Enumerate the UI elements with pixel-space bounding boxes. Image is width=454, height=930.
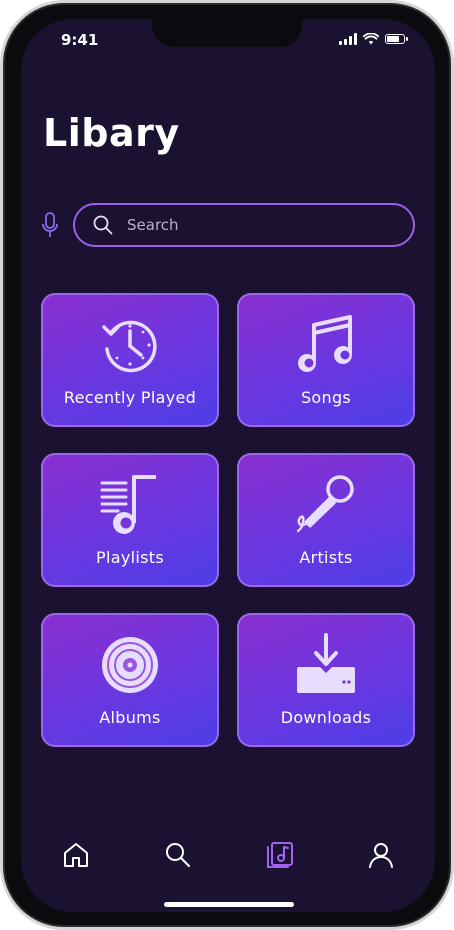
wifi-icon [363,33,379,45]
tile-label: Downloads [280,708,372,727]
status-icons [339,33,408,45]
tile-label: Songs [300,388,352,407]
library-icon [267,842,293,868]
nav-home[interactable] [56,835,96,875]
tile-label: Artists [299,548,353,567]
tile-label: Recently Played [63,388,197,407]
tile-songs[interactable]: Songs [237,293,415,427]
tile-artists[interactable]: Artists [237,453,415,587]
tile-label: Albums [99,708,161,727]
status-time: 9:41 [61,31,99,49]
battery-icon [385,34,408,44]
page-title: Libary [43,111,180,155]
nav-library[interactable] [260,835,300,875]
microphone-icon[interactable] [41,211,59,241]
nav-search[interactable] [158,835,198,875]
home-indicator[interactable] [164,902,294,907]
tile-downloads[interactable]: Downloads [237,613,415,747]
playlist-icon [100,475,156,534]
tile-label: Playlists [96,548,164,567]
microphone-icon [296,475,354,533]
home-icon [64,843,88,867]
search-icon [166,843,190,867]
phone-frame: 9:41 Libary Search Recently Played Songs… [0,0,454,930]
profile-icon [369,843,393,868]
search-bar[interactable] [73,203,415,247]
tile-albums[interactable]: Albums [41,613,219,747]
nav-profile[interactable] [361,835,401,875]
search-input[interactable] [125,215,389,235]
bottom-nav [21,835,435,875]
tile-recently-played[interactable]: Recently Played [41,293,219,427]
tile-playlists[interactable]: Playlists [41,453,219,587]
device-notch [152,19,302,47]
vinyl-disc-icon [102,637,158,693]
cellular-signal-icon [339,33,357,45]
history-clock-icon [102,320,157,373]
app-screen: 9:41 Libary Search Recently Played Songs… [21,19,435,912]
search-icon [93,215,113,235]
download-tray-icon [297,633,355,693]
music-notes-icon [298,315,352,372]
